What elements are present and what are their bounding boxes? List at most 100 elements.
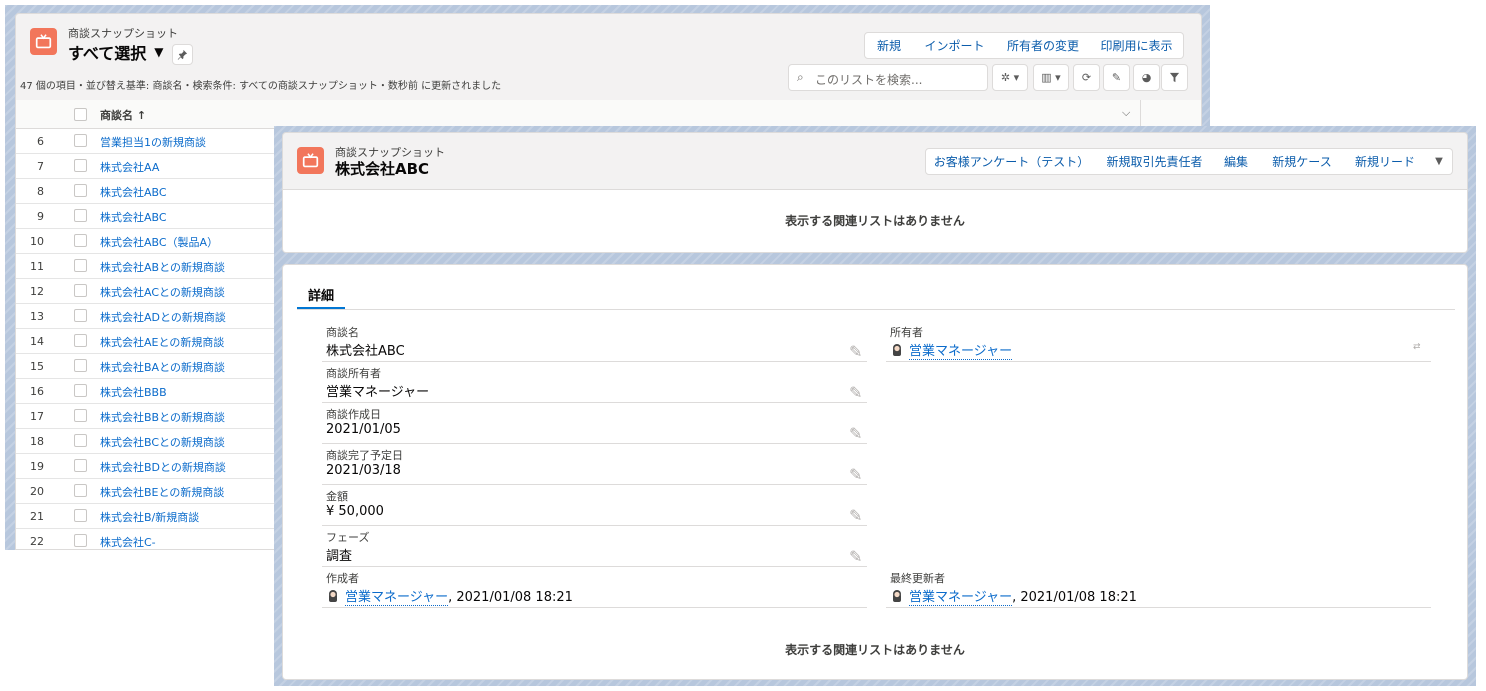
- list-status: 47 個の項目・並び替え基準: 商談名・検索条件: すべての商談スナップショット…: [20, 81, 502, 92]
- opportunity-name-link[interactable]: 株式会社AEとの新規商談: [100, 334, 224, 350]
- chart-icon[interactable]: ◕: [1133, 64, 1160, 91]
- new-lead-button[interactable]: 新規リード: [1344, 148, 1427, 175]
- row-number: 6: [37, 135, 44, 148]
- field-label: 商談完了予定日: [326, 449, 403, 462]
- opportunity-name-link[interactable]: 株式会社BEとの新規商談: [100, 484, 224, 500]
- column-menu-chevron-icon[interactable]: ⌵: [1122, 106, 1130, 120]
- row-checkbox[interactable]: [74, 459, 87, 472]
- pin-icon[interactable]: [172, 44, 193, 65]
- field-last-modified-by: 最終更新者 営業マネージャー, 2021/01/08 18:21: [886, 567, 1431, 608]
- field-label: 商談所有者: [326, 367, 381, 380]
- edit-pencil-icon[interactable]: ✎: [849, 383, 862, 402]
- record-view-window: 商談スナップショット 株式会社ABC お客様アンケート（テスト） 新規取引先責任…: [274, 126, 1476, 686]
- user-avatar-icon: [329, 590, 337, 602]
- row-checkbox[interactable]: [74, 184, 87, 197]
- opportunity-name-link[interactable]: 営業担当1の新規商談: [100, 134, 206, 150]
- owner-user-link[interactable]: 営業マネージャー: [909, 344, 1013, 360]
- search-input[interactable]: ⌕ このリストを検索...: [788, 64, 988, 91]
- field-opportunity-owner: 商談所有者 営業マネージャー ✎: [322, 362, 867, 403]
- row-checkbox[interactable]: [74, 384, 87, 397]
- row-checkbox[interactable]: [74, 409, 87, 422]
- modified-by-date: , 2021/01/08 18:21: [1012, 590, 1137, 605]
- opportunity-name-link[interactable]: 株式会社BBとの新規商談: [100, 409, 225, 425]
- field-label: フェーズ: [326, 531, 370, 544]
- column-divider: [1140, 100, 1141, 129]
- row-checkbox[interactable]: [74, 509, 87, 522]
- edit-button[interactable]: 編集: [1212, 148, 1261, 175]
- row-checkbox[interactable]: [74, 309, 87, 322]
- created-by-date: , 2021/01/08 18:21: [448, 590, 573, 605]
- survey-button[interactable]: お客様アンケート（テスト）: [925, 148, 1098, 175]
- opportunity-name-link[interactable]: 株式会社ACとの新規商談: [100, 284, 225, 300]
- tv-icon: [30, 28, 57, 55]
- opportunity-name-link[interactable]: 株式会社B/新規商談: [100, 509, 199, 525]
- row-number: 15: [30, 360, 44, 373]
- opportunity-name-link[interactable]: 株式会社ABC: [100, 184, 167, 200]
- row-checkbox[interactable]: [74, 534, 87, 547]
- import-button[interactable]: インポート: [913, 32, 997, 59]
- row-checkbox[interactable]: [74, 484, 87, 497]
- row-checkbox[interactable]: [74, 259, 87, 272]
- field-label: 最終更新者: [890, 572, 945, 585]
- row-checkbox[interactable]: [74, 434, 87, 447]
- no-related-lists-text: 表示する関連リストはありません: [785, 214, 965, 228]
- more-actions-chevron-icon[interactable]: ▼: [1426, 148, 1453, 175]
- tab-detail[interactable]: 詳細: [308, 285, 334, 304]
- opportunity-name-link[interactable]: 株式会社ABC（製品A）: [100, 234, 218, 250]
- user-avatar-icon: [893, 344, 901, 356]
- list-view-name: すべて選択: [68, 44, 147, 63]
- opportunity-name-link[interactable]: 株式会社BBB: [100, 384, 167, 400]
- opportunity-name-link[interactable]: 株式会社ABC: [100, 209, 167, 225]
- row-checkbox[interactable]: [74, 159, 87, 172]
- filter-icon[interactable]: [1161, 64, 1188, 91]
- edit-pencil-icon[interactable]: ✎: [849, 342, 862, 361]
- row-checkbox[interactable]: [74, 284, 87, 297]
- list-view-selector[interactable]: すべて選択 ▼: [68, 40, 163, 64]
- row-number: 17: [30, 410, 44, 423]
- field-label: 金額: [326, 490, 348, 503]
- new-contact-button[interactable]: 新規取引先責任者: [1097, 148, 1213, 175]
- edit-pencil-icon[interactable]: ✎: [849, 506, 862, 525]
- opportunity-name-link[interactable]: 株式会社BDとの新規商談: [100, 459, 226, 475]
- select-all-checkbox[interactable]: [74, 108, 87, 121]
- row-number: 21: [30, 510, 44, 523]
- row-checkbox[interactable]: [74, 359, 87, 372]
- row-checkbox[interactable]: [74, 234, 87, 247]
- column-header-name[interactable]: 商談名 ↑: [100, 107, 146, 123]
- row-checkbox[interactable]: [74, 334, 87, 347]
- table-display-icon[interactable]: ▥ ▾: [1033, 64, 1069, 91]
- edit-pencil-icon[interactable]: ✎: [849, 465, 862, 484]
- field-label: 所有者: [890, 326, 923, 339]
- created-by-user-link[interactable]: 営業マネージャー: [345, 590, 449, 606]
- edit-pencil-icon[interactable]: ✎: [1103, 64, 1130, 91]
- new-button[interactable]: 新規: [864, 32, 914, 59]
- field-opportunity-name: 商談名 株式会社ABC ✎: [322, 321, 867, 362]
- change-owner-icon[interactable]: ⇄: [1413, 342, 1425, 354]
- opportunity-name-link[interactable]: 株式会社BCとの新規商談: [100, 434, 225, 450]
- field-record-owner: 所有者 営業マネージャー ⇄: [886, 321, 1431, 362]
- field-label: 作成者: [326, 572, 359, 585]
- opportunity-name-link[interactable]: 株式会社C-: [100, 534, 156, 550]
- no-related-lists-text: 表示する関連リストはありません: [785, 643, 965, 657]
- field-amount: 金額 ¥ 50,000 ✎: [322, 485, 867, 526]
- row-checkbox[interactable]: [74, 209, 87, 222]
- opportunity-name-link[interactable]: 株式会社ADとの新規商談: [100, 309, 226, 325]
- settings-gear-icon[interactable]: ✲ ▾: [992, 64, 1028, 91]
- row-checkbox[interactable]: [74, 134, 87, 147]
- opportunity-name-link[interactable]: 株式会社AA: [100, 159, 159, 175]
- edit-pencil-icon[interactable]: ✎: [849, 424, 862, 443]
- field-label: 商談作成日: [326, 408, 381, 421]
- refresh-icon[interactable]: ⟳: [1073, 64, 1100, 91]
- opportunity-name-link[interactable]: 株式会社ABとの新規商談: [100, 259, 225, 275]
- modified-by-user-link[interactable]: 営業マネージャー: [909, 590, 1013, 606]
- row-number: 18: [30, 435, 44, 448]
- related-list-panel: 表示する関連リストはありません: [282, 190, 1468, 253]
- edit-pencil-icon[interactable]: ✎: [849, 547, 862, 566]
- new-case-button[interactable]: 新規ケース: [1260, 148, 1345, 175]
- opportunity-name-link[interactable]: 株式会社BAとの新規商談: [100, 359, 225, 375]
- change-owner-button[interactable]: 所有者の変更: [996, 32, 1091, 59]
- row-number: 11: [30, 260, 44, 273]
- row-number: 9: [37, 210, 44, 223]
- printable-view-button[interactable]: 印刷用に表示: [1090, 32, 1184, 59]
- field-label: 商談名: [326, 326, 359, 339]
